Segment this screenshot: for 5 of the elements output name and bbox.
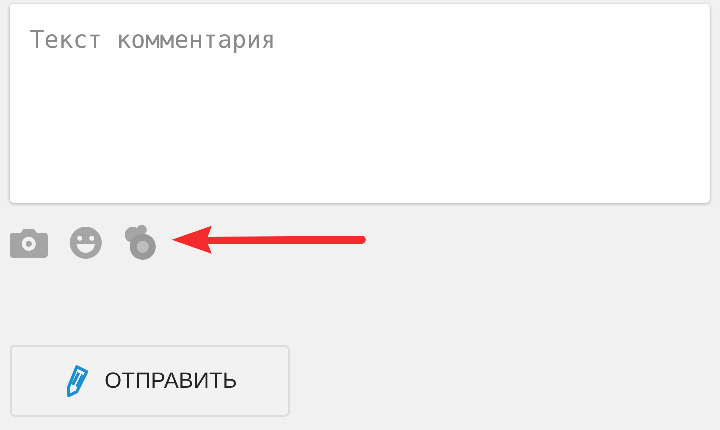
smiley-icon[interactable] xyxy=(70,227,102,259)
camera-icon[interactable] xyxy=(10,228,48,258)
comment-field[interactable]: Текст комментария xyxy=(10,4,710,203)
balls-icon[interactable] xyxy=(124,225,158,261)
submit-button[interactable]: ОТПРАВИТЬ xyxy=(10,345,290,417)
